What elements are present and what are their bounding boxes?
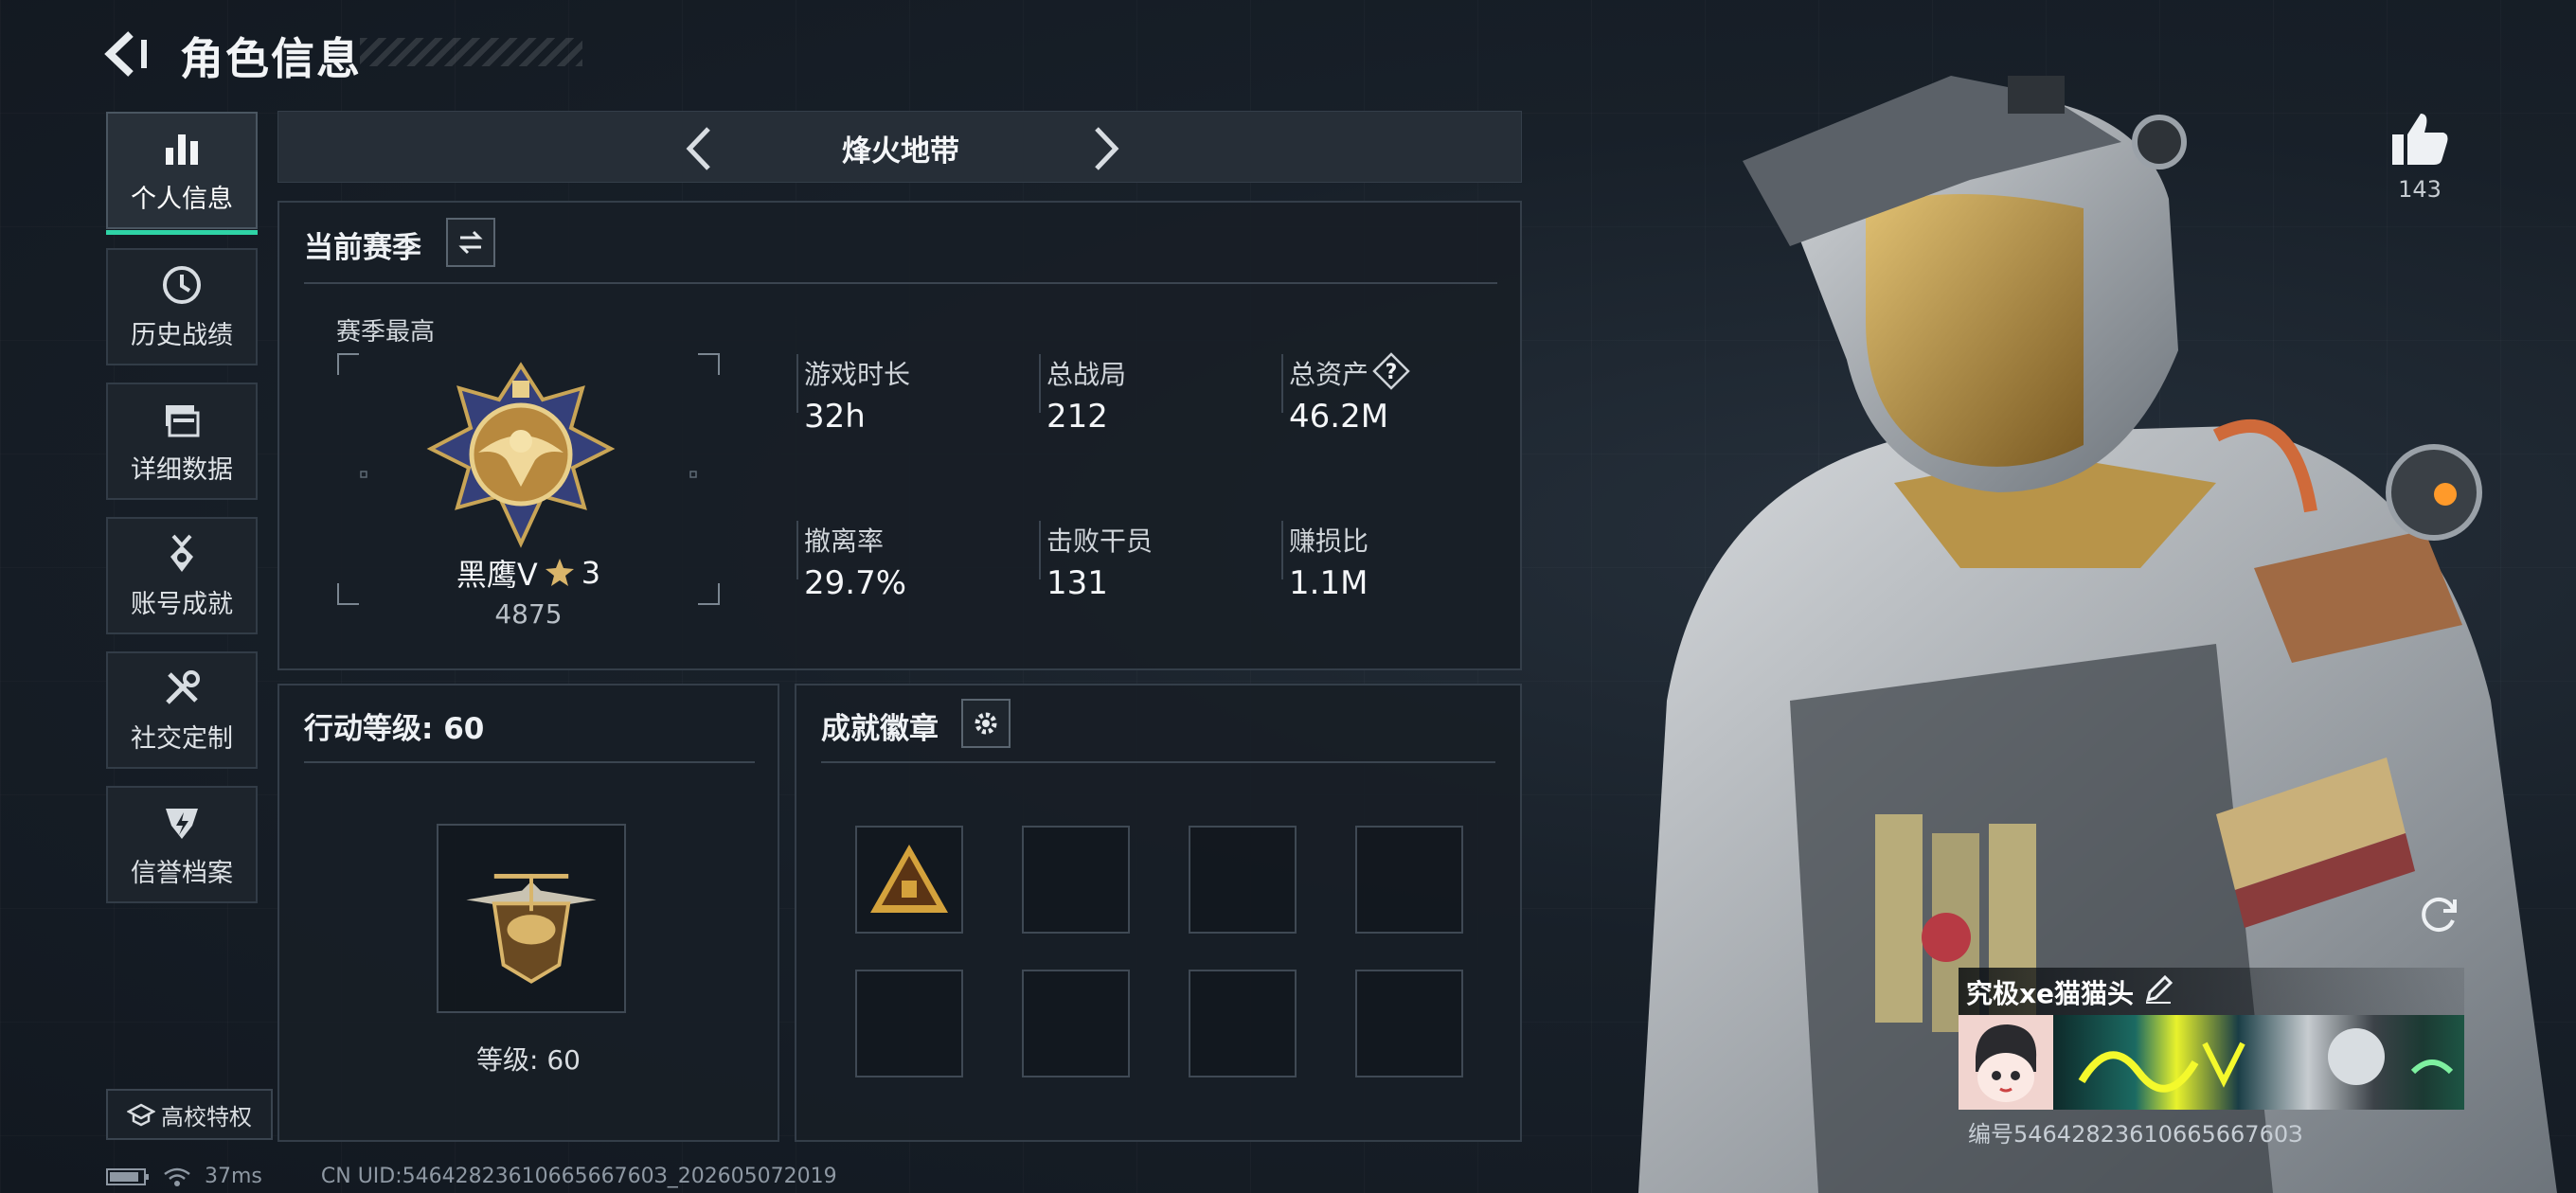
badge-slot[interactable] (1189, 970, 1297, 1077)
back-arrow-icon[interactable] (102, 27, 159, 81)
rank-emblem-icon (426, 362, 616, 548)
badge-slot[interactable] (1022, 970, 1130, 1077)
rank-points: 4875 (494, 598, 563, 630)
rank-name-row: 黑鹰V 3 (336, 551, 721, 595)
stat-label: 总资产 (1289, 359, 1369, 390)
sidebar-item-credit[interactable]: 信誉档案 (106, 786, 258, 903)
player-uid: 编号5464282361066566760З (1968, 1121, 2303, 1148)
stat-value: 32h (804, 398, 866, 436)
stat-value: 1.1M (1289, 564, 1368, 602)
status-bar: 37ms CN UID:5464282361066566760З_2026050… (106, 1165, 837, 1188)
stat-label: 游戏时长 (804, 359, 911, 390)
level-caption: 等级: 60 (476, 1044, 581, 1076)
stat-label: 击败干员 (1046, 525, 1154, 557)
folder-data-icon (166, 404, 200, 436)
ping-value: 37ms (205, 1165, 262, 1188)
edit-pencil-icon[interactable] (2142, 973, 2174, 1006)
rotate-icon[interactable] (2417, 892, 2460, 935)
season-best-label: 赛季最高 (336, 318, 436, 347)
graduation-cap-icon (127, 1103, 155, 1127)
divider (821, 761, 1495, 763)
like-count: 143 (2398, 176, 2442, 203)
stat-separator (796, 354, 798, 413)
history-clock-icon (163, 265, 201, 304)
stat-separator (1039, 521, 1041, 579)
player-card[interactable] (1959, 1015, 2464, 1110)
campus-privilege-label: 高校特权 (161, 1103, 252, 1131)
sidebar-item-label: 信誉档案 (131, 858, 233, 888)
stat-value: 212 (1046, 398, 1108, 436)
thumbs-up-icon[interactable] (2387, 106, 2453, 172)
tools-wrench-icon (166, 669, 200, 704)
stat-separator (1039, 354, 1041, 413)
player-banner (2053, 1015, 2464, 1110)
wifi-icon (164, 1167, 190, 1186)
chevron-left-icon[interactable] (674, 123, 727, 174)
sidebar-item-achievements[interactable]: 账号成就 (106, 517, 258, 634)
sidebar-item-label: 详细数据 (131, 454, 233, 485)
stat-label: 撤离率 (804, 525, 885, 557)
sidebar-item-personal-info[interactable]: 个人信息 (106, 112, 258, 235)
shield-bolt-icon (166, 808, 198, 839)
page-title: 角色信息 (180, 33, 362, 84)
pyramid-badge-icon (870, 845, 948, 913)
sidebar-item-detailed-data[interactable]: 详细数据 (106, 383, 258, 500)
sidebar-item-label: 社交定制 (131, 723, 233, 754)
stat-value: 46.2M (1289, 398, 1389, 436)
player-name: 究极xe猫猫头 (1966, 978, 2135, 1009)
sidebar-item-label: 账号成就 (131, 589, 233, 619)
level-emblem-frame (437, 824, 626, 1013)
mode-selector: 烽火地带 (277, 111, 1522, 183)
achievement-badges-panel: 成就徽章 (795, 684, 1522, 1142)
battery-icon (106, 1167, 149, 1185)
season-title: 当前赛季 (304, 231, 421, 265)
avatar[interactable] (1959, 1015, 2053, 1110)
badge-slot[interactable] (855, 970, 963, 1077)
stat-label: 总战局 (1046, 359, 1127, 390)
chevron-right-icon[interactable] (1078, 123, 1131, 174)
help-icon[interactable]: ? (1372, 352, 1410, 390)
sidebar-item-social[interactable]: 社交定制 (106, 651, 258, 769)
star-icon (545, 559, 574, 586)
gear-icon[interactable] (961, 699, 1011, 748)
action-level-panel: 行动等级: 60 等级: 60 (277, 684, 779, 1142)
rank-name: 黑鹰V (456, 557, 538, 593)
badge-slot[interactable] (855, 826, 963, 934)
badge-slot[interactable] (1355, 826, 1463, 934)
helicopter-emblem-icon (466, 873, 597, 984)
stat-label: 赚损比 (1289, 525, 1369, 557)
campus-privilege-button[interactable]: 高校特权 (106, 1089, 273, 1140)
stat-separator (796, 521, 798, 579)
achievement-medal-icon (170, 534, 193, 572)
bar-chart-icon (166, 134, 198, 165)
sidebar-item-label: 个人信息 (131, 184, 233, 214)
badges-title: 成就徽章 (821, 712, 939, 746)
svg-text:?: ? (1386, 361, 1398, 384)
season-panel: 当前赛季 赛季最高 黑鹰V 3 4875 游戏时长 32h 总战局 212 总资… (277, 201, 1522, 670)
badge-slot[interactable] (1189, 826, 1297, 934)
swap-arrows-icon[interactable] (446, 218, 495, 267)
action-level-title: 行动等级: 60 (304, 712, 485, 746)
sidebar-item-history[interactable]: 历史战绩 (106, 248, 258, 365)
rank-stars: 3 (581, 555, 601, 591)
stat-value: 131 (1046, 564, 1108, 602)
divider (304, 761, 755, 763)
divider (304, 282, 1497, 284)
stat-value: 29.7% (804, 564, 907, 602)
sidebar-item-label: 历史战绩 (131, 320, 233, 350)
stat-separator (1281, 354, 1283, 413)
footer-uid: CN UID:5464282361066566760З_202605072019 (320, 1165, 837, 1188)
stat-separator (1281, 521, 1283, 579)
badge-slot[interactable] (1355, 970, 1463, 1077)
title-decoration (360, 38, 582, 66)
badge-slot[interactable] (1022, 826, 1130, 934)
mode-title: 烽火地带 (842, 134, 959, 169)
